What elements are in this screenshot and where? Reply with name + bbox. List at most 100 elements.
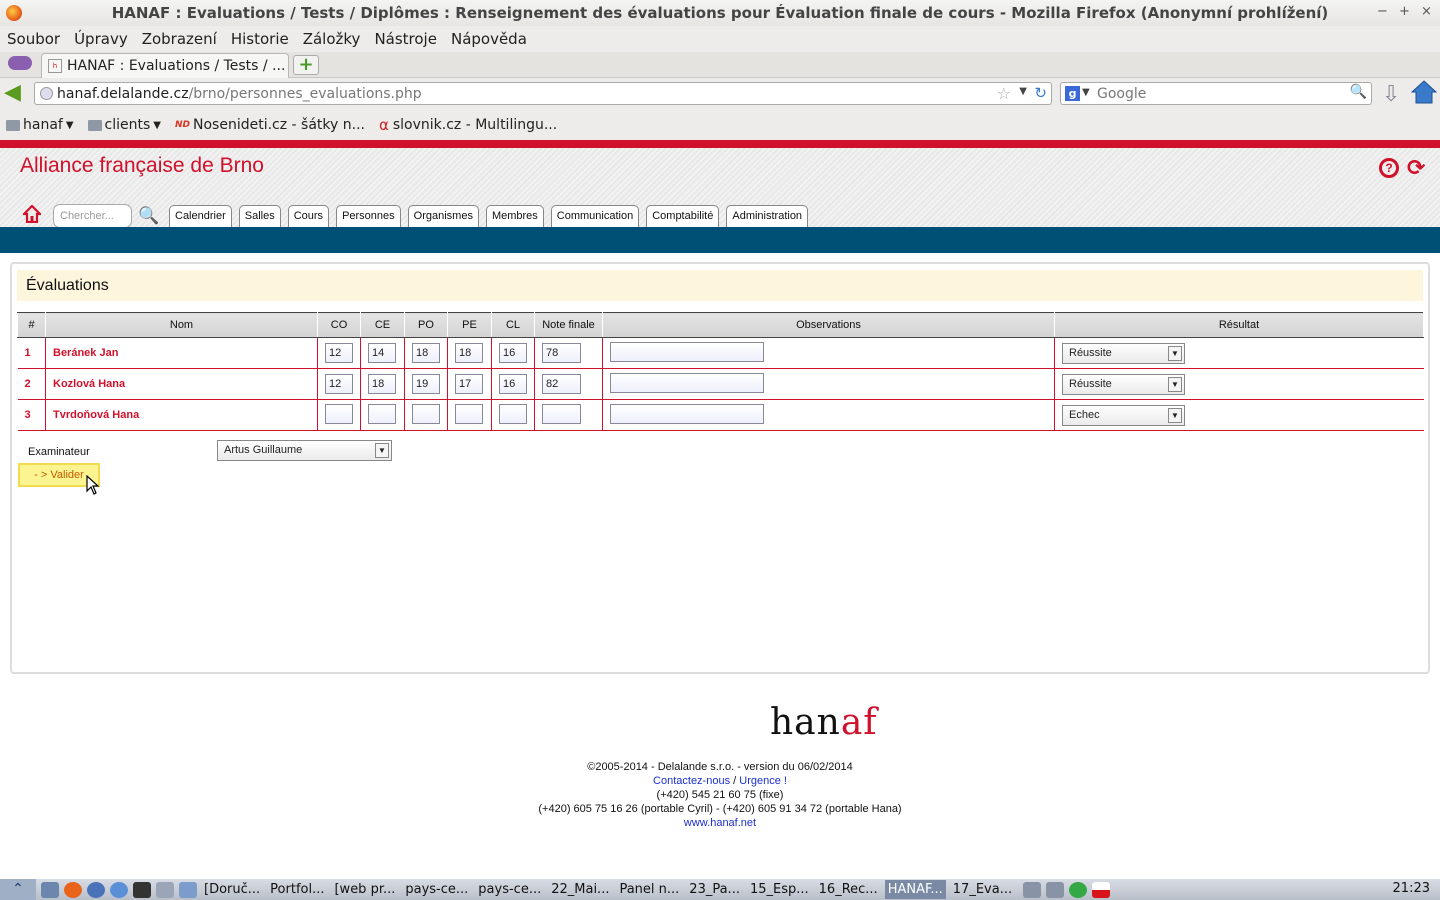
site-title[interactable]: Alliance française de Brno xyxy=(20,154,264,178)
site-home-icon[interactable] xyxy=(23,205,41,223)
ce-input[interactable]: 18 xyxy=(368,374,396,394)
nav-administration[interactable]: Administration xyxy=(726,205,809,228)
menu-upravy[interactable]: Úpravy xyxy=(74,30,128,48)
result-select[interactable]: Echec ▼ xyxy=(1062,404,1185,426)
cl-input[interactable]: 16 xyxy=(499,343,527,363)
taskbar-item[interactable]: 16_Rec... xyxy=(816,880,881,899)
minimize-button[interactable]: − xyxy=(1377,4,1388,19)
menu-zobrazeni[interactable]: Zobrazení xyxy=(142,30,217,48)
menu-nastroje[interactable]: Nástroje xyxy=(374,30,437,48)
url-history-dropdown-icon[interactable]: ▼ xyxy=(1019,86,1027,97)
firefox-launcher-icon[interactable] xyxy=(64,881,82,898)
taskbar-item[interactable]: pays-ce... xyxy=(475,880,544,899)
taskbar-item[interactable]: 15_Esp... xyxy=(747,880,812,899)
maximize-button[interactable]: + xyxy=(1399,4,1410,19)
back-arrow-icon[interactable]: ◀ xyxy=(4,82,30,105)
nav-salles[interactable]: Salles xyxy=(238,205,281,228)
nav-personnes[interactable]: Personnes xyxy=(336,205,401,228)
taskbar-item[interactable]: pays-ce... xyxy=(402,880,471,899)
pe-input[interactable]: 18 xyxy=(455,343,483,363)
student-name-link[interactable]: Tvrdoňová Hana xyxy=(45,399,318,431)
google-engine-icon[interactable]: g xyxy=(1065,86,1080,101)
student-name-link[interactable]: Kozlová Hana xyxy=(45,368,318,400)
result-select[interactable]: Réussite ▼ xyxy=(1062,342,1185,364)
menu-soubor[interactable]: Soubor xyxy=(7,30,60,48)
observations-input[interactable] xyxy=(610,341,764,362)
menu-historie[interactable]: Historie xyxy=(231,30,289,48)
site-search-input[interactable]: Chercher... xyxy=(53,204,132,228)
taskbar-item-active[interactable]: HANAF... xyxy=(884,880,946,899)
co-input[interactable]: 12 xyxy=(325,343,353,363)
clock[interactable]: 21:23 xyxy=(1393,881,1430,896)
co-input[interactable] xyxy=(325,403,353,424)
final-grade-input[interactable]: 78 xyxy=(542,343,581,363)
update-ok-icon[interactable] xyxy=(1069,881,1088,898)
volume-icon[interactable] xyxy=(1023,881,1042,898)
logout-icon[interactable]: ⟳ xyxy=(1407,156,1425,181)
taskbar-item[interactable]: 17_Eva... xyxy=(950,880,1015,899)
nav-calendrier[interactable]: Calendrier xyxy=(169,205,232,228)
ce-input[interactable] xyxy=(368,403,396,424)
ce-input[interactable]: 14 xyxy=(368,343,396,363)
nav-membres[interactable]: Membres xyxy=(485,205,544,228)
help-icon[interactable]: ? xyxy=(1379,158,1399,178)
site-search-icon[interactable]: 🔍 xyxy=(138,206,159,226)
taskbar-item[interactable]: [web pr... xyxy=(331,880,398,899)
start-menu-icon[interactable]: ⌃ xyxy=(0,879,36,900)
bookmark-nosenideti[interactable]: ND Nosenideti.cz - šátky n... xyxy=(175,117,365,133)
bookmark-slovnik[interactable]: α slovnik.cz - Multilingu... xyxy=(379,116,557,134)
nav-cours[interactable]: Cours xyxy=(287,205,330,228)
bookmark-star-icon[interactable]: ☆ xyxy=(997,84,1011,103)
po-input[interactable]: 19 xyxy=(412,374,440,394)
nav-communication[interactable]: Communication xyxy=(550,205,640,228)
footer-site-link[interactable]: www.hanaf.net xyxy=(0,817,1440,829)
taskbar-item[interactable]: Portfol... xyxy=(267,880,327,899)
search-bar[interactable]: g ▼ Google 🔍 xyxy=(1060,82,1372,105)
search-engine-dropdown-icon[interactable]: ▼ xyxy=(1082,87,1090,98)
browser-tab-hanaf[interactable]: h HANAF : Evaluations / Tests / ... xyxy=(41,53,289,78)
bookmark-folder-clients[interactable]: clients ▼ xyxy=(87,117,161,133)
cl-input[interactable]: 16 xyxy=(499,374,527,394)
window-switch-icon[interactable] xyxy=(156,881,174,898)
contact-link[interactable]: Contactez-nous xyxy=(653,775,730,787)
examiner-select[interactable]: Artus Guillaume ▼ xyxy=(217,440,392,461)
po-input[interactable]: 18 xyxy=(412,343,440,363)
menu-napoveda[interactable]: Nápověda xyxy=(451,30,527,48)
site-identity-icon[interactable] xyxy=(40,87,53,100)
file-manager-icon[interactable] xyxy=(41,881,59,898)
home-icon[interactable] xyxy=(1411,80,1437,104)
bookmark-folder-hanaf[interactable]: hanaf ▼ xyxy=(6,117,74,133)
co-input[interactable]: 12 xyxy=(325,374,353,394)
terminal-launcher-icon[interactable] xyxy=(133,881,151,898)
taskbar-item[interactable]: Panel n... xyxy=(616,880,682,899)
nav-organismes[interactable]: Organismes xyxy=(407,205,479,228)
thunderbird-launcher-icon[interactable] xyxy=(87,881,105,898)
final-grade-input[interactable] xyxy=(542,403,581,424)
student-name-link[interactable]: Beránek Jan xyxy=(45,337,318,369)
url-bar[interactable]: hanaf.delalande.cz/brno/personnes_evalua… xyxy=(34,82,1052,105)
final-grade-input[interactable]: 82 xyxy=(542,374,581,394)
po-input[interactable] xyxy=(412,403,440,424)
downloads-icon[interactable]: ⇩ xyxy=(1382,82,1400,107)
desktop-icon[interactable] xyxy=(179,881,197,898)
urgence-link[interactable]: Urgence ! xyxy=(739,775,787,787)
wifi-icon[interactable] xyxy=(1046,881,1065,898)
reload-icon[interactable]: ↻ xyxy=(1034,84,1047,102)
observations-input[interactable] xyxy=(610,372,764,393)
chromium-launcher-icon[interactable] xyxy=(110,881,128,898)
pe-input[interactable] xyxy=(455,403,483,424)
new-tab-button[interactable]: + xyxy=(293,55,319,75)
taskbar-item[interactable]: 23_Pa... xyxy=(686,880,743,899)
taskbar-item[interactable]: 22_Mai... xyxy=(548,880,612,899)
magnifier-icon[interactable]: 🔍 xyxy=(1350,84,1367,100)
result-select[interactable]: Réussite ▼ xyxy=(1062,373,1185,395)
czech-flag-keyboard-icon[interactable] xyxy=(1092,881,1111,898)
menu-zalozky[interactable]: Záložky xyxy=(303,30,361,48)
close-window-button[interactable]: × xyxy=(1421,4,1432,19)
observations-input[interactable] xyxy=(610,403,764,424)
pe-input[interactable]: 17 xyxy=(455,374,483,394)
site-header: Alliance française de Brno ? ⟳ Chercher.… xyxy=(0,148,1440,228)
cl-input[interactable] xyxy=(499,403,527,424)
taskbar-item[interactable]: [Doruč... xyxy=(201,880,263,899)
nav-comptabilite[interactable]: Comptabilité xyxy=(646,205,720,228)
